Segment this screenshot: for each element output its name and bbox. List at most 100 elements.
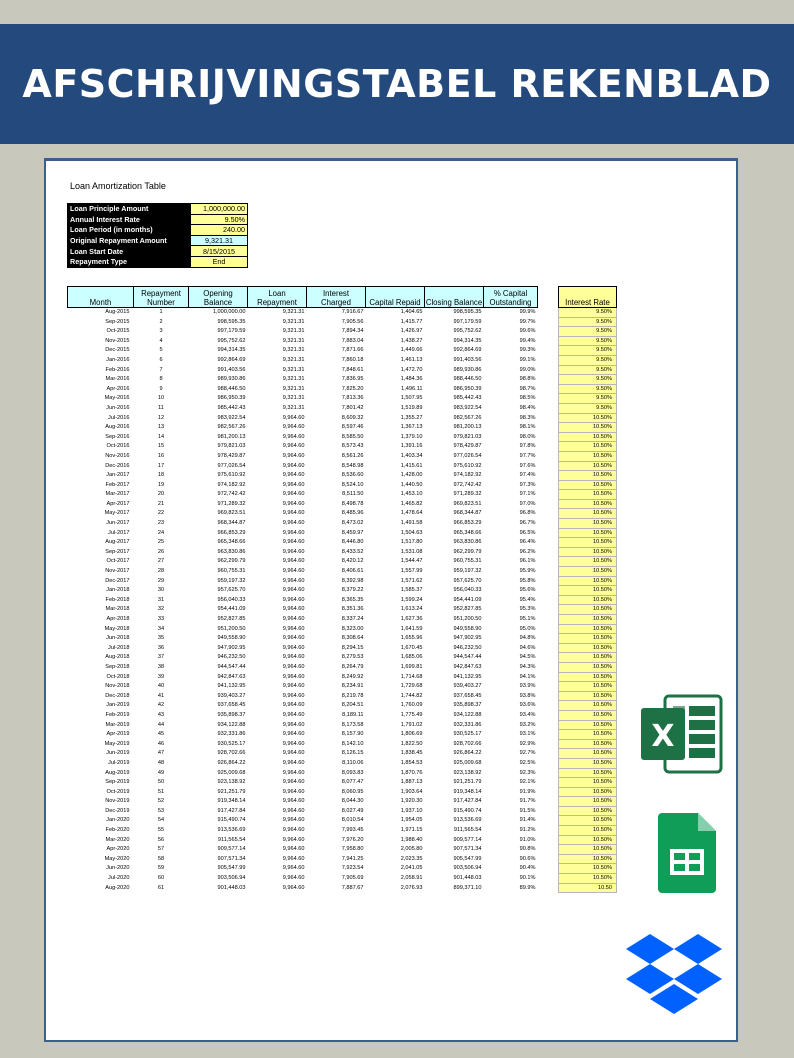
- repayment-number-cell: 24: [157, 529, 165, 536]
- interest-rate-cell[interactable]: 9.50%: [558, 354, 617, 366]
- interest-rate-cell[interactable]: 10.50%: [558, 757, 617, 769]
- opening-balance-cell: 1,000,000.00: [212, 309, 246, 315]
- interest-rate-cell[interactable]: 10.50%: [558, 556, 617, 568]
- interest-rate-cell[interactable]: 10.50%: [558, 422, 617, 433]
- interest-rate-cell[interactable]: 10.50%: [558, 700, 617, 711]
- interest-rate-cell[interactable]: 10.50%: [558, 777, 617, 788]
- loan-repayment-cell: 9,964.60: [282, 568, 305, 575]
- interest-rate-cell[interactable]: 10.50%: [558, 546, 617, 558]
- interest-rate-cell[interactable]: 10.50%: [558, 671, 617, 683]
- interest-rate-cell[interactable]: 10.50%: [558, 498, 617, 510]
- interest-rate-cell[interactable]: 10.50%: [558, 594, 617, 606]
- month-cell: Oct-2016: [106, 443, 130, 450]
- interest-rate-cell[interactable]: 10.50%: [558, 585, 617, 596]
- interest-charged-cell: 8,597.46: [341, 424, 364, 431]
- interest-rate-cell[interactable]: 10.50%: [558, 844, 617, 855]
- loan-repayment-cell: 9,321.31: [282, 356, 305, 363]
- page-title: AFSCHRIJVINGSTABEL REKENBLAD: [22, 62, 772, 106]
- interest-rate-cell[interactable]: 10.50%: [558, 575, 617, 587]
- capital-outstanding-cell: 90.6%: [519, 855, 536, 862]
- dropbox-icon[interactable]: [626, 932, 722, 1022]
- interest-rate-cell[interactable]: 10.50%: [558, 633, 617, 644]
- table-row: May-2018 34 951,200.50 9,964.60 8,323.00 1,64…: [68, 625, 538, 635]
- interest-rate-cell[interactable]: 9.50%: [558, 383, 617, 395]
- table-row: 10.50%: [558, 623, 617, 635]
- interest-rate-cell[interactable]: 10.50%: [558, 537, 617, 548]
- repayment-number-cell: 32: [157, 606, 165, 613]
- closing-balance-cell: 983,922.54: [453, 404, 482, 411]
- interest-rate-cell[interactable]: 10.50%: [558, 479, 617, 491]
- interest-rate-cell[interactable]: 9.50%: [558, 345, 617, 356]
- interest-charged-cell: 8,392.98: [341, 577, 364, 584]
- interest-rate-cell[interactable]: 10.50%: [558, 805, 617, 817]
- column-header: Capital Repaid: [365, 286, 425, 308]
- interest-rate-cell[interactable]: 10.50%: [558, 508, 617, 520]
- month-cell: Nov-2015: [105, 337, 130, 344]
- param-value[interactable]: 240.00: [190, 224, 248, 236]
- table-row: Jan-2016 6 992,864.69 9,321.31 7,860.18 1,461…: [68, 356, 538, 366]
- interest-rate-cell[interactable]: 10.50%: [558, 431, 617, 443]
- interest-rate-cell[interactable]: 10.50%: [558, 661, 617, 673]
- interest-rate-cell[interactable]: 10.50%: [558, 863, 617, 875]
- interest-rate-cell[interactable]: 10.50%: [558, 642, 617, 654]
- interest-rate-cell[interactable]: 10.50: [558, 882, 617, 894]
- interest-rate-cell[interactable]: 10.50%: [558, 412, 617, 424]
- interest-rate-cell[interactable]: 10.50%: [558, 441, 617, 452]
- capital-repaid-cell: 1,854.53: [400, 759, 423, 766]
- interest-rate-cell[interactable]: 10.50%: [558, 796, 617, 807]
- interest-rate-cell[interactable]: 10.50%: [558, 527, 617, 539]
- interest-rate-cell[interactable]: 9.50%: [558, 307, 617, 318]
- interest-rate-cell[interactable]: 10.50%: [558, 614, 617, 625]
- interest-rate-cell[interactable]: 9.50%: [558, 364, 617, 376]
- param-value[interactable]: 9.50%: [190, 213, 248, 226]
- table-row: Dec-2015 5 994,314.35 9,321.31 7,871.66 1,449…: [68, 346, 538, 356]
- interest-rate-cell[interactable]: 10.50%: [558, 566, 617, 577]
- interest-rate-cell[interactable]: 10.50%: [558, 786, 617, 798]
- interest-rate-cell[interactable]: 9.50%: [558, 326, 617, 337]
- capital-outstanding-cell: 92.3%: [519, 769, 536, 776]
- interest-rate-cell[interactable]: 10.50%: [558, 748, 617, 759]
- capital-repaid-cell: 1,484.36: [400, 376, 423, 383]
- interest-charged-cell: 8,351.36: [341, 606, 364, 613]
- opening-balance-cell: 909,577.14: [217, 846, 246, 853]
- interest-rate-cell[interactable]: 9.50%: [558, 316, 617, 328]
- interest-rate-cell[interactable]: 9.50%: [558, 335, 617, 347]
- interest-rate-cell[interactable]: 10.50%: [558, 767, 617, 779]
- interest-rate-cell[interactable]: 10.50%: [558, 470, 617, 481]
- capital-repaid-cell: 1,670.45: [400, 644, 423, 651]
- param-value[interactable]: 8/15/2015: [190, 245, 248, 257]
- interest-rate-cell[interactable]: 9.50%: [558, 393, 617, 404]
- table-row: Jun-2016 11 985,442.43 9,321.31 7,801.42 1,51…: [68, 404, 538, 414]
- interest-rate-cell[interactable]: 10.50%: [558, 690, 617, 702]
- interest-rate-cell[interactable]: 10.50%: [558, 623, 617, 635]
- interest-rate-cell[interactable]: 10.50%: [558, 815, 617, 827]
- interest-rate-cell[interactable]: 10.50%: [558, 825, 617, 836]
- interest-rate-cell[interactable]: 10.50%: [558, 460, 617, 472]
- interest-charged-cell: 7,923.54: [341, 865, 364, 872]
- interest-rate-cell[interactable]: 10.50%: [558, 489, 617, 500]
- interest-rate-cell[interactable]: 10.50%: [558, 873, 617, 884]
- interest-rate-cell[interactable]: 10.50%: [558, 450, 617, 462]
- interest-rate-cell[interactable]: 10.50%: [558, 652, 617, 663]
- google-sheets-icon[interactable]: [656, 813, 718, 893]
- interest-rate-cell[interactable]: 10.50%: [558, 738, 617, 750]
- interest-rate-cell[interactable]: 10.50%: [558, 853, 617, 865]
- param-value[interactable]: 1,000,000.00: [190, 203, 248, 215]
- interest-rate-cell[interactable]: 10.50%: [558, 709, 617, 721]
- interest-rate-cell[interactable]: 10.50%: [558, 834, 617, 846]
- capital-repaid-cell: 1,870.76: [400, 769, 423, 776]
- interest-rate-cell[interactable]: 10.50%: [558, 518, 617, 529]
- param-value[interactable]: End: [190, 255, 248, 268]
- table-row: Jan-2018 30 957,625.70 9,964.60 8,379.22 1,58…: [68, 586, 538, 596]
- interest-rate-cell[interactable]: 9.50%: [558, 374, 617, 385]
- table-row: 9.50%: [558, 393, 617, 404]
- interest-rate-cell[interactable]: 9.50%: [558, 402, 617, 414]
- opening-balance-cell: 917,427.84: [217, 807, 246, 814]
- excel-icon[interactable]: X: [639, 694, 723, 774]
- interest-rate-cell[interactable]: 10.50%: [558, 604, 617, 615]
- interest-rate-cell[interactable]: 10.50%: [558, 729, 617, 740]
- loan-repayment-cell: 9,964.60: [282, 692, 305, 699]
- interest-rate-cell[interactable]: 10.50%: [558, 719, 617, 731]
- interest-rate-cell[interactable]: 10.50%: [558, 681, 617, 692]
- loan-repayment-cell: 9,964.60: [282, 462, 305, 469]
